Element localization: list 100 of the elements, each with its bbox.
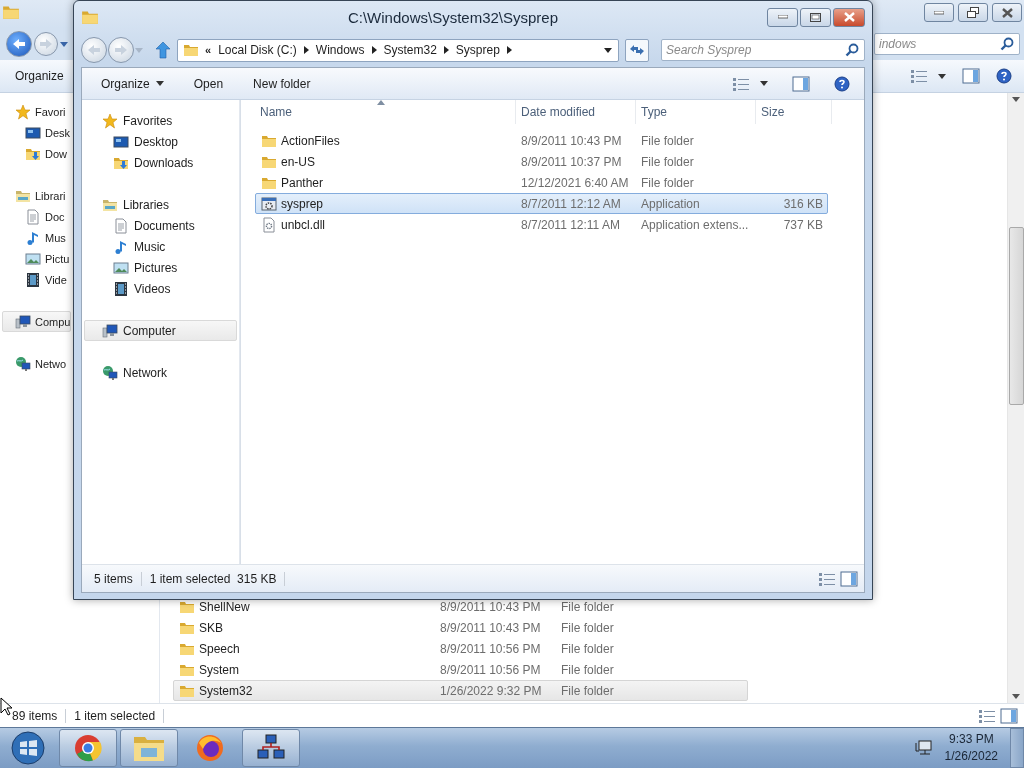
- nav-item[interactable]: Desk: [2, 122, 71, 143]
- caret-icon: [604, 47, 612, 53]
- close-button[interactable]: [992, 3, 1022, 22]
- restore-button[interactable]: [958, 3, 988, 22]
- address-bar[interactable]: « Local Disk (C:) Windows System32 Sysprep: [177, 38, 619, 62]
- nav-item[interactable]: Downloads: [84, 152, 237, 173]
- close-icon: [1001, 7, 1013, 18]
- caret-icon: [938, 73, 946, 79]
- computer-icon: [102, 322, 118, 339]
- sort-arrow-icon: [377, 100, 385, 105]
- nav-item[interactable]: Desktop: [84, 131, 237, 152]
- nav-item[interactable]: Favorites: [84, 110, 237, 131]
- file-row[interactable]: en-US 8/9/2011 10:37 PM File folder: [255, 151, 828, 172]
- toolbar-button[interactable]: New folder: [250, 74, 314, 93]
- details-view-icon: [732, 75, 750, 92]
- forward-button[interactable]: [108, 37, 134, 63]
- file-row[interactable]: SKB 8/9/2011 10:43 PM File folder: [173, 617, 748, 638]
- nav-item[interactable]: Mus: [2, 227, 71, 248]
- file-row[interactable]: sysprep 8/7/2011 12:12 AM Application 316 KB: [255, 193, 828, 214]
- column-header[interactable]: Type: [636, 100, 756, 124]
- chevron-icon: [371, 46, 377, 54]
- help-icon: [996, 68, 1012, 84]
- refresh-icon: [629, 44, 645, 56]
- status-text: 1 item selected 315 KB: [141, 571, 286, 586]
- nav-item[interactable]: Libraries: [84, 194, 237, 215]
- nav-item[interactable]: Pictu: [2, 248, 71, 269]
- network-icon: [15, 355, 31, 372]
- minimize-icon: [777, 15, 788, 19]
- column-header[interactable]: Size: [756, 100, 832, 124]
- nav-item[interactable]: Netwo: [2, 353, 71, 374]
- network-icon[interactable]: [914, 740, 933, 756]
- nav-item[interactable]: Music: [84, 236, 237, 257]
- forward-button[interactable]: [34, 32, 58, 56]
- chevron-icon: [443, 46, 449, 54]
- taskbar-button[interactable]: [59, 729, 117, 767]
- file-name: Panther: [281, 175, 324, 190]
- window-title: C:\Windows\System32\Sysprep: [346, 8, 560, 26]
- taskbar-button[interactable]: [242, 729, 300, 767]
- file-type: Application: [640, 196, 701, 211]
- file-date: 8/9/2011 10:56 PM: [439, 662, 542, 677]
- file-date: 1/26/2022 9:32 PM: [439, 683, 543, 698]
- close-icon: [843, 12, 855, 22]
- nav-item[interactable]: Network: [84, 362, 237, 383]
- show-desktop-button[interactable]: [1010, 728, 1024, 768]
- status-text: 1 item selected: [66, 708, 165, 723]
- toolbar-button[interactable]: Open: [190, 74, 227, 93]
- folder-icon: [2, 3, 20, 21]
- gear-document-icon: [261, 216, 277, 233]
- back-button[interactable]: [6, 31, 32, 57]
- file-row[interactable]: Speech 8/9/2011 10:56 PM File folder: [173, 638, 748, 659]
- preview-pane-icon: [840, 570, 858, 587]
- file-row[interactable]: ActionFiles 8/9/2011 10:43 PM File folder: [255, 130, 828, 151]
- status-text: 5 items: [86, 571, 142, 586]
- breadcrumb-item[interactable]: Sysprep: [454, 43, 501, 57]
- music-note-icon: [113, 238, 129, 255]
- breadcrumb-item[interactable]: Windows: [314, 43, 366, 57]
- organize-menu[interactable]: Organize: [98, 74, 167, 93]
- file-row[interactable]: Panther 12/12/2021 6:40 AM File folder: [255, 172, 828, 193]
- caret-icon: [135, 47, 143, 53]
- column-header[interactable]: Date modified: [516, 100, 636, 124]
- nav-item[interactable]: Documents: [84, 215, 237, 236]
- breadcrumb-item[interactable]: Local Disk (C:): [217, 43, 298, 57]
- nav-item[interactable]: Computer: [84, 320, 237, 341]
- file-row[interactable]: System 8/9/2011 10:56 PM File folder: [173, 659, 748, 680]
- search-field[interactable]: indows: [874, 33, 1020, 55]
- back-button[interactable]: [81, 37, 107, 63]
- close-button[interactable]: [833, 7, 865, 27]
- maximize-button[interactable]: [800, 7, 831, 27]
- file-row[interactable]: System32 1/26/2022 9:32 PM File folder: [173, 680, 748, 701]
- up-arrow-icon[interactable]: [155, 41, 171, 59]
- chevron-icon: [303, 46, 309, 54]
- nav-item[interactable]: Favori: [2, 101, 71, 122]
- refresh-button[interactable]: [625, 38, 649, 62]
- file-name: System32: [199, 683, 253, 698]
- windows-orb-icon: [10, 730, 46, 766]
- file-name: System: [199, 662, 239, 677]
- nav-item[interactable]: Doc: [2, 206, 71, 227]
- nav-item[interactable]: Videos: [84, 278, 237, 299]
- caret-icon: [155, 81, 164, 86]
- scroll-thumb[interactable]: [1008, 227, 1024, 405]
- organize-menu[interactable]: Organize: [12, 67, 67, 85]
- nav-item[interactable]: Dow: [2, 143, 71, 164]
- nav-item[interactable]: Vide: [2, 269, 71, 290]
- clock[interactable]: 9:33 PM 1/26/2022: [944, 731, 998, 765]
- details-view-icon: [910, 68, 928, 84]
- scrollbar[interactable]: [1007, 93, 1024, 703]
- caret-icon: [760, 81, 768, 86]
- forward-arrow-icon: [114, 44, 128, 56]
- file-row[interactable]: ShellNew 8/9/2011 10:43 PM File folder: [173, 596, 748, 617]
- file-row[interactable]: unbcl.dll 8/7/2011 12:11 AM Application extens... 737 KB: [255, 214, 828, 235]
- breadcrumb-item[interactable]: System32: [382, 43, 438, 57]
- caret-icon: [60, 41, 68, 47]
- nav-item[interactable]: Pictures: [84, 257, 237, 278]
- nav-item[interactable]: Librari: [2, 185, 71, 206]
- image-icon: [113, 259, 129, 276]
- monitor-icon: [113, 133, 129, 150]
- globe-icon: [195, 733, 225, 763]
- nav-item[interactable]: Compu: [2, 311, 71, 332]
- film-icon: [113, 280, 129, 297]
- search-field[interactable]: Search Sysprep: [661, 39, 865, 61]
